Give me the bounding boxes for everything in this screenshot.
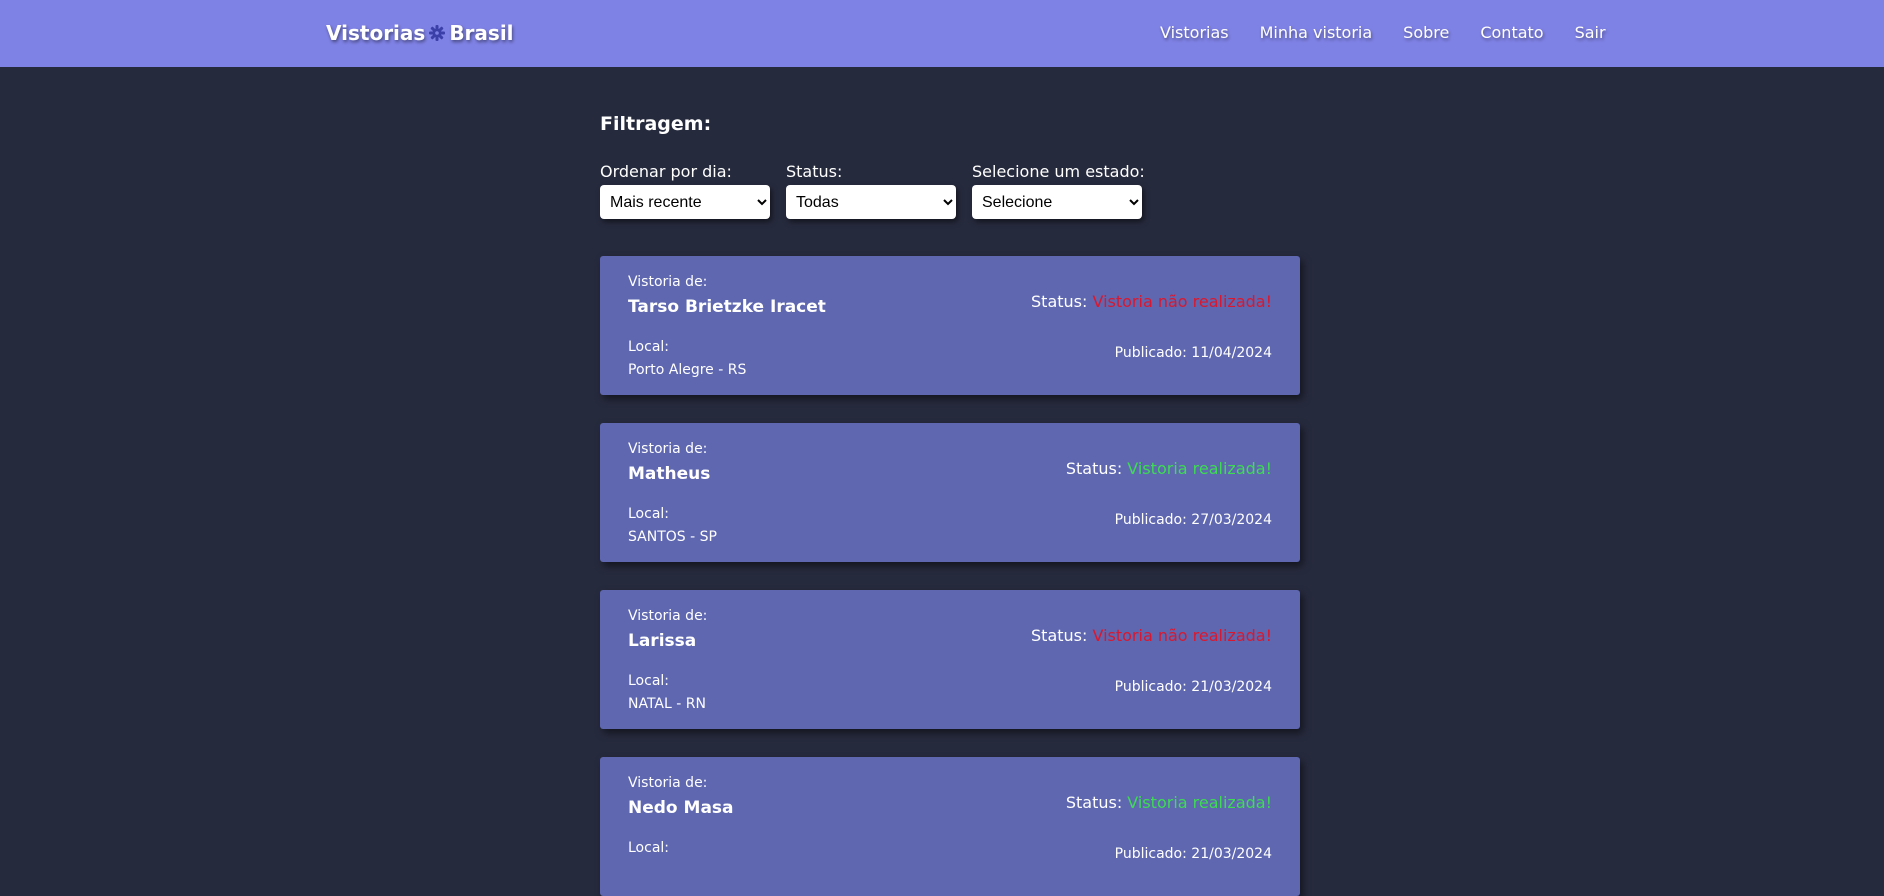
navbar: Vistorias Brasil Vistorias Minha vistori… (0, 0, 1884, 67)
status-line: Status: Vistoria realizada! (1066, 459, 1272, 478)
local-label: Local: (628, 673, 670, 689)
published-line: Publicado: 11/04/2024 (1115, 345, 1272, 361)
local-label: Local: (628, 506, 670, 522)
local-value: NATAL - RN (628, 696, 706, 712)
vistoria-card[interactable]: Vistoria de: Larissa Local: NATAL - RN S… (600, 590, 1300, 729)
vistoria-de-label: Vistoria de: (628, 608, 708, 624)
status-label: Status: (1031, 626, 1088, 645)
published-label: Publicado: (1114, 679, 1187, 695)
published-date: 27/03/2024 (1191, 512, 1272, 528)
vistoria-card[interactable]: Vistoria de: Nedo Masa Local: Status: Vi… (600, 757, 1300, 896)
published-line: Publicado: 21/03/2024 (1115, 846, 1272, 862)
vistoria-de-label: Vistoria de: (628, 441, 708, 457)
published-label: Publicado: (1114, 846, 1187, 862)
vistoria-name: Tarso Brietzke Iracet (628, 297, 826, 317)
filter-title: Filtragem: (600, 113, 712, 135)
brand-text-right: Brasil (449, 21, 514, 45)
local-label: Local: (628, 339, 670, 355)
published-date: 21/03/2024 (1191, 679, 1272, 695)
published-line: Publicado: 27/03/2024 (1115, 512, 1272, 528)
status-line: Status: Vistoria não realizada! (1031, 626, 1272, 645)
status-value: Vistoria realizada! (1127, 459, 1272, 478)
published-date: 11/04/2024 (1191, 345, 1272, 361)
published-label: Publicado: (1114, 512, 1187, 528)
status-label: Status: (1065, 793, 1123, 812)
order-select[interactable]: Mais recente (600, 185, 770, 219)
vistoria-name: Larissa (628, 631, 697, 651)
status-label: Status: (1065, 459, 1123, 478)
brand-text-left: Vistorias (326, 21, 426, 45)
order-filter-label: Ordenar por dia: (600, 162, 732, 181)
status-line: Status: Vistoria realizada! (1066, 793, 1272, 812)
nav-link-contato[interactable]: Contato (1480, 23, 1543, 42)
nav-link-minha-vistoria[interactable]: Minha vistoria (1260, 23, 1373, 42)
brand-logo[interactable]: Vistorias Brasil (326, 21, 514, 45)
published-label: Publicado: (1114, 345, 1187, 361)
nav-menu: Vistorias Minha vistoria Sobre Contato S… (1160, 23, 1606, 42)
local-label: Local: (628, 840, 670, 856)
status-label: Status: (1031, 292, 1088, 311)
vistoria-card[interactable]: Vistoria de: Tarso Brietzke Iracet Local… (600, 256, 1300, 395)
state-select[interactable]: Selecione (972, 185, 1142, 219)
local-value: SANTOS - SP (628, 529, 717, 545)
status-value: Vistoria realizada! (1127, 793, 1272, 812)
status-line: Status: Vistoria não realizada! (1031, 292, 1272, 311)
status-select[interactable]: Todas (786, 185, 956, 219)
vistoria-name: Matheus (628, 464, 711, 484)
status-filter-label: Status: (786, 162, 843, 181)
status-value: Vistoria não realizada! (1092, 292, 1272, 311)
status-filter: Status: Todas (786, 162, 956, 219)
nav-link-sair[interactable]: Sair (1575, 23, 1606, 42)
vistoria-card[interactable]: Vistoria de: Matheus Local: SANTOS - SP … (600, 423, 1300, 562)
nav-link-vistorias[interactable]: Vistorias (1160, 23, 1229, 42)
published-line: Publicado: 21/03/2024 (1115, 679, 1272, 695)
vistoria-de-label: Vistoria de: (628, 775, 708, 791)
gear-icon (426, 23, 448, 43)
status-value: Vistoria não realizada! (1092, 626, 1272, 645)
state-filter: Selecione um estado: Selecione (972, 162, 1145, 219)
published-date: 21/03/2024 (1191, 846, 1272, 862)
order-filter: Ordenar por dia: Mais recente (600, 162, 770, 219)
nav-link-sobre[interactable]: Sobre (1403, 23, 1449, 42)
state-filter-label: Selecione um estado: (972, 162, 1145, 181)
local-value: Porto Alegre - RS (628, 362, 747, 378)
vistoria-de-label: Vistoria de: (628, 274, 708, 290)
vistoria-name: Nedo Masa (628, 798, 734, 818)
